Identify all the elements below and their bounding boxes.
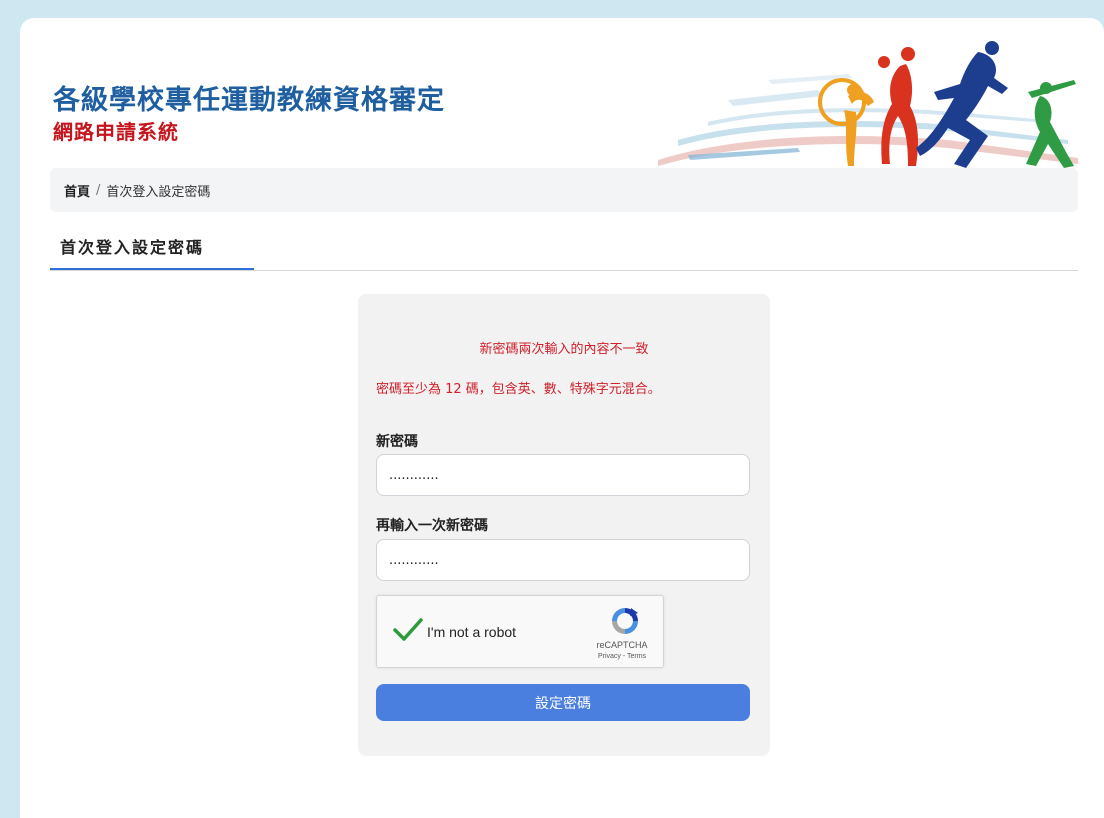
page-container: 各級學校專任運動教練資格審定 網路申請系統 首頁 / 首次登入設定密碼 首次登入… [20, 18, 1104, 818]
breadcrumb-separator: / [96, 182, 101, 198]
new-password-label: 新密碼 [376, 434, 418, 450]
breadcrumb-current: 首次登入設定密碼 [106, 184, 211, 200]
set-password-button[interactable]: 設定密碼 [376, 684, 750, 721]
section-header: 首次登入設定密碼 [50, 234, 1078, 271]
recaptcha-widget: I'm not a robot reCAPTCHA Privacy - Term… [376, 595, 664, 668]
password-rule-hint: 密碼至少為 12 碼，包含英、數、特殊字元混合。 [376, 382, 661, 397]
page-title: 首次登入設定密碼 [50, 234, 254, 270]
checkmark-icon[interactable] [393, 618, 423, 642]
breadcrumb: 首頁 / 首次登入設定密碼 [50, 168, 1078, 212]
recaptcha-logo-icon [612, 608, 638, 634]
set-password-card: 新密碼兩次輸入的內容不一致 密碼至少為 12 碼，包含英、數、特殊字元混合。 新… [358, 294, 770, 756]
confirm-password-label: 再輸入一次新密碼 [376, 518, 488, 534]
site-title: 各級學校專任運動教練資格審定 [53, 85, 445, 116]
recaptcha-label: I'm not a robot [427, 624, 517, 640]
site-header: 各級學校專任運動教練資格審定 網路申請系統 [20, 18, 1104, 168]
password-mismatch-error: 新密碼兩次輸入的內容不一致 [479, 342, 649, 357]
confirm-password-input[interactable] [376, 539, 750, 581]
new-password-input[interactable] [376, 454, 750, 496]
breadcrumb-home-link[interactable]: 首頁 [64, 181, 90, 200]
site-subtitle: 網路申請系統 [53, 120, 179, 144]
sports-banner-image [658, 41, 1078, 168]
recaptcha-brand: reCAPTCHA [596, 640, 648, 650]
recaptcha-privacy-terms-links[interactable]: Privacy - Terms [577, 653, 667, 660]
